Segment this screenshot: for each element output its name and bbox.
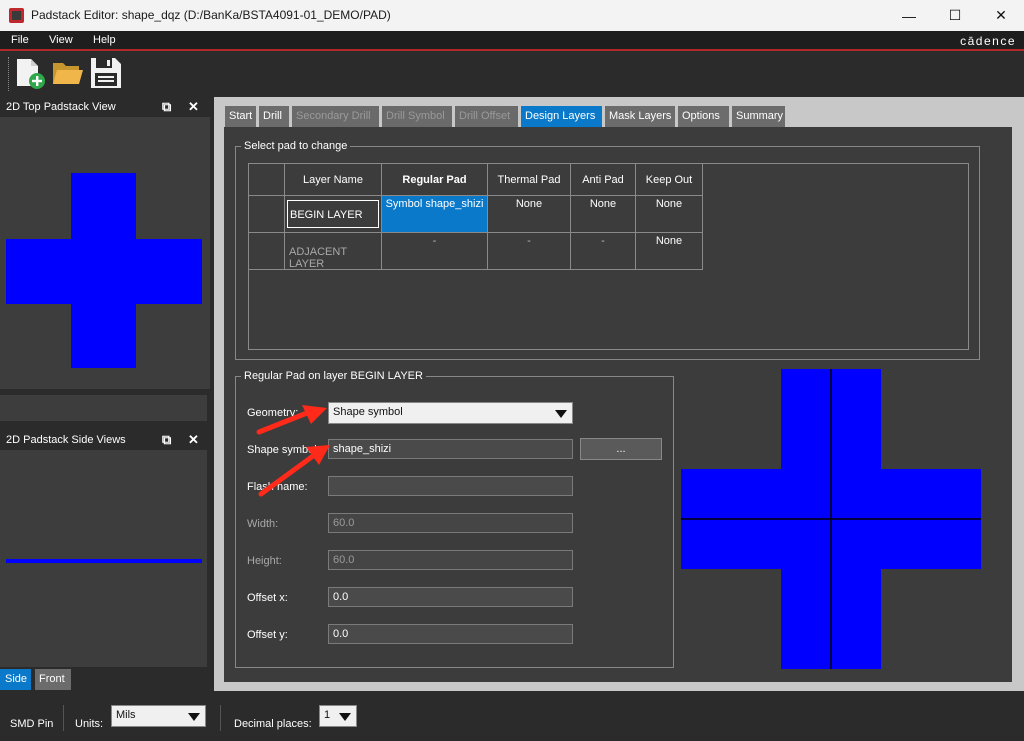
anti-pad-cell[interactable]: - <box>571 233 636 270</box>
pin-type: SMD Pin <box>10 718 54 730</box>
column-header: Keep Out <box>636 164 703 196</box>
width-label: Width: <box>247 518 279 530</box>
side-pad-line <box>6 559 202 563</box>
anti-pad-cell[interactable]: None <box>571 196 636 233</box>
maximize-button[interactable]: ☐ <box>932 0 978 31</box>
tab-options[interactable]: Options <box>678 106 729 127</box>
tab-start[interactable]: Start <box>225 106 256 127</box>
chevron-down-icon <box>555 410 567 418</box>
table-corner <box>249 164 285 196</box>
height-field[interactable]: 60.0 <box>328 550 573 570</box>
decimal-places-select[interactable]: 1 <box>319 705 357 727</box>
menu-file[interactable]: File <box>11 34 29 46</box>
tab-drill[interactable]: Drill <box>259 106 289 127</box>
tab-design-layers[interactable]: Design Layers <box>521 106 602 127</box>
side-view-title: 2D Padstack Side Views <box>6 434 126 446</box>
chevron-down-icon <box>188 713 200 721</box>
window-title: Padstack Editor: shape_dqz (D:/BanKa/BST… <box>31 8 391 22</box>
tab-side[interactable]: Side <box>0 669 31 690</box>
top-pad-shape <box>6 173 202 368</box>
chevron-down-icon <box>339 713 351 721</box>
browse-button[interactable]: ... <box>580 438 662 460</box>
annotation-arrows <box>256 405 330 497</box>
top-view-canvas <box>0 117 210 389</box>
row-header[interactable] <box>249 196 285 233</box>
title-bar: Padstack Editor: shape_dqz (D:/BanKa/BST… <box>0 0 1024 31</box>
thermal-pad-cell[interactable]: None <box>488 196 571 233</box>
keep-out-cell[interactable]: None <box>636 233 703 270</box>
regular-pad-cell[interactable]: - <box>382 233 488 270</box>
menu-bar: File View Help cādence <box>0 31 1024 51</box>
layer-name-cell[interactable]: BEGIN LAYER <box>287 200 379 228</box>
units-value: Mils <box>116 709 136 721</box>
regular-pad-cell[interactable]: Symbol shape_shizi <box>382 196 488 233</box>
top-view-title: 2D Top Padstack View <box>6 101 116 113</box>
save-icon[interactable] <box>90 57 122 89</box>
decimal-places-label: Decimal places: <box>234 718 312 730</box>
column-header: Layer Name <box>285 164 382 196</box>
menu-view[interactable]: View <box>49 34 73 46</box>
tab-mask-layers[interactable]: Mask Layers <box>605 106 675 127</box>
toolbar <box>0 53 1024 95</box>
close-icon[interactable]: ✕ <box>188 99 199 115</box>
divider <box>63 705 64 731</box>
side-view-canvas <box>0 450 207 667</box>
close-icon[interactable]: ✕ <box>188 432 199 448</box>
side-view-header: 2D Padstack Side Views <box>0 430 210 450</box>
close-window-button[interactable]: ✕ <box>978 0 1024 31</box>
tab-summary[interactable]: Summary <box>732 106 785 127</box>
keep-out-cell[interactable]: None <box>636 196 703 233</box>
shape-symbol-field[interactable]: shape_shizi <box>328 439 573 459</box>
offset-x-label: Offset x: <box>247 592 288 604</box>
float-icon[interactable]: ⧉ <box>162 432 171 448</box>
folder-open-icon[interactable] <box>52 58 84 88</box>
select-pad-title: Select pad to change <box>241 140 351 152</box>
offset-y-field[interactable]: 0.0 <box>328 624 573 644</box>
menu-help[interactable]: Help <box>93 34 116 46</box>
offset-x-field[interactable]: 0.0 <box>328 587 573 607</box>
column-header: Thermal Pad <box>488 164 571 196</box>
row-header[interactable] <box>249 233 285 270</box>
width-field[interactable]: 60.0 <box>328 513 573 533</box>
new-file-icon[interactable] <box>14 57 46 89</box>
column-header: Regular Pad <box>382 164 488 196</box>
tab-secondary-drill[interactable]: Secondary Drill <box>292 106 379 127</box>
toolbar-grip <box>8 57 10 91</box>
units-label: Units: <box>75 718 104 730</box>
float-icon[interactable]: ⧉ <box>162 99 171 115</box>
top-view-header: 2D Top Padstack View <box>0 97 210 117</box>
units-select[interactable]: Mils <box>111 705 206 727</box>
divider <box>220 705 221 731</box>
thermal-pad-cell[interactable]: - <box>488 233 571 270</box>
panel-splitter <box>0 395 207 421</box>
layer-name-cell[interactable]: ADJACENT LAYER <box>285 233 382 270</box>
regular-pad-title: Regular Pad on layer BEGIN LAYER <box>241 370 426 382</box>
flash-name-field[interactable] <box>328 476 573 496</box>
table-row[interactable]: BEGIN LAYER <box>285 196 382 233</box>
geometry-select[interactable]: Shape symbol <box>328 402 573 424</box>
geometry-value: Shape symbol <box>333 406 403 418</box>
tab-drill-symbol[interactable]: Drill Symbol <box>382 106 452 127</box>
column-header: Anti Pad <box>571 164 636 196</box>
height-label: Height: <box>247 555 282 567</box>
cadence-logo: cādence <box>960 34 1016 48</box>
decimal-places-value: 1 <box>324 709 331 721</box>
offset-y-label: Offset y: <box>247 629 288 641</box>
minimize-button[interactable]: — <box>886 0 932 31</box>
tab-front[interactable]: Front <box>35 669 71 690</box>
pad-preview <box>681 369 981 669</box>
tab-drill-offset[interactable]: Drill Offset <box>455 106 518 127</box>
app-icon <box>9 8 24 23</box>
